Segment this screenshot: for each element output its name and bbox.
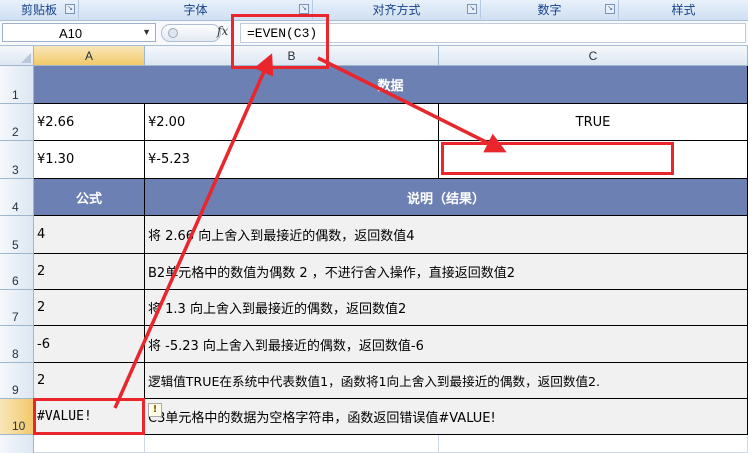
number-launcher-icon[interactable]: ↘	[605, 4, 615, 14]
row-number: 2	[12, 125, 19, 139]
formula-column-header[interactable]: 公式	[34, 179, 145, 216]
splitter-handle-icon[interactable]	[168, 28, 178, 38]
cell-b3[interactable]: ¥-5.23	[145, 141, 439, 179]
alignment-launcher-icon[interactable]: ↘	[467, 4, 477, 14]
ribbon: 剪贴板 ↘ 字体 ↘ 对齐方式 ↘ 数字 ↘ 样式	[0, 0, 748, 21]
row-header-10[interactable]: 10	[0, 399, 34, 435]
cell-a11[interactable]	[34, 435, 145, 453]
row-number: 7	[12, 310, 19, 324]
number-label: 数字	[537, 3, 562, 17]
ribbon-group-number[interactable]: 数字 ↘	[481, 0, 619, 19]
ribbon-group-clipboard[interactable]: 剪贴板 ↘	[0, 0, 79, 19]
row-header-4[interactable]: 4	[0, 179, 34, 216]
description-cell-b10[interactable]: C3单元格中的数据为空格字符串，函数返回错误值#VALUE!	[145, 399, 748, 435]
result-cell-a6[interactable]: 2	[34, 254, 145, 290]
error-warning-icon[interactable]: !	[148, 403, 162, 417]
row-number: 8	[12, 347, 19, 361]
font-launcher-icon[interactable]: ↘	[299, 4, 309, 14]
result-cell-a5[interactable]: 4	[34, 216, 145, 254]
formula-bar: A10 ▼ fx =EVEN(C3)	[0, 21, 748, 46]
chevron-down-icon[interactable]: ▼	[142, 27, 151, 37]
row-header-11[interactable]	[0, 435, 34, 453]
description-cell-b8[interactable]: 将 -5.23 向上舍入到最接近的偶数，返回数值-6	[145, 326, 748, 363]
row-number: 1	[12, 88, 19, 102]
insert-function-icon[interactable]: fx	[217, 24, 228, 38]
row-number: 10	[12, 419, 26, 433]
description-cell-b9[interactable]: 逻辑值TRUE在系统中代表数值1，函数将1向上舍入到最接近的偶数，返回数值2.	[145, 363, 748, 399]
description-column-header[interactable]: 说明（结果）	[145, 179, 748, 216]
name-box[interactable]: A10 ▼	[2, 23, 156, 42]
row-number: 3	[12, 163, 19, 177]
row-number: 9	[12, 383, 19, 397]
result-cell-a8[interactable]: -6	[34, 326, 145, 363]
ribbon-group-alignment[interactable]: 对齐方式 ↘	[313, 0, 481, 19]
cell-c2[interactable]: TRUE	[439, 104, 748, 141]
clipboard-label: 剪贴板	[20, 3, 57, 17]
row-header-3[interactable]: 3	[0, 141, 34, 179]
row-header-7[interactable]: 7	[0, 290, 34, 326]
row-number: 6	[12, 274, 19, 288]
cell-a3[interactable]: ¥1.30	[34, 141, 145, 179]
result-cell-a7[interactable]: 2	[34, 290, 145, 326]
name-box-value: A10	[59, 26, 83, 41]
row-number: 4	[12, 200, 19, 214]
row-header-6[interactable]: 6	[0, 254, 34, 290]
clipboard-launcher-icon[interactable]: ↘	[65, 4, 75, 14]
ribbon-group-styles[interactable]: 样式	[619, 0, 748, 19]
font-label: 字体	[183, 3, 208, 17]
description-cell-b6[interactable]: B2单元格中的数值为偶数 2 ，不进行舍入操作，直接返回数值2	[145, 254, 748, 290]
cell-a2[interactable]: ¥2.66	[34, 104, 145, 141]
alignment-label: 对齐方式	[372, 3, 421, 17]
formula-highlight-box	[231, 14, 329, 69]
cell-b11[interactable]	[145, 435, 439, 453]
row-number: 5	[12, 238, 19, 252]
row-header-8[interactable]: 8	[0, 326, 34, 363]
row-header-5[interactable]: 5	[0, 216, 34, 254]
column-header-a[interactable]: A	[34, 46, 145, 66]
column-header-c[interactable]: C	[439, 46, 748, 66]
description-cell-b5[interactable]: 将 2.66 向上舍入到最接近的偶数，返回数值4	[145, 216, 748, 254]
cell-b2[interactable]: ¥2.00	[145, 104, 439, 141]
row-header-1[interactable]: 1	[0, 66, 34, 104]
select-all-button[interactable]	[0, 46, 34, 66]
row-header-9[interactable]: 9	[0, 363, 34, 399]
a10-highlight-box	[33, 398, 145, 435]
styles-label: 样式	[671, 3, 696, 17]
formula-bar-splitter[interactable]	[161, 24, 221, 42]
row-header-2[interactable]: 2	[0, 104, 34, 141]
cell-c11[interactable]	[439, 435, 748, 453]
description-cell-b7[interactable]: 将 1.3 向上舍入到最接近的偶数，返回数值2	[145, 290, 748, 326]
result-cell-a9[interactable]: 2	[34, 363, 145, 399]
table-title-cell[interactable]: 数据	[34, 66, 748, 104]
c3-highlight-box	[441, 142, 674, 175]
